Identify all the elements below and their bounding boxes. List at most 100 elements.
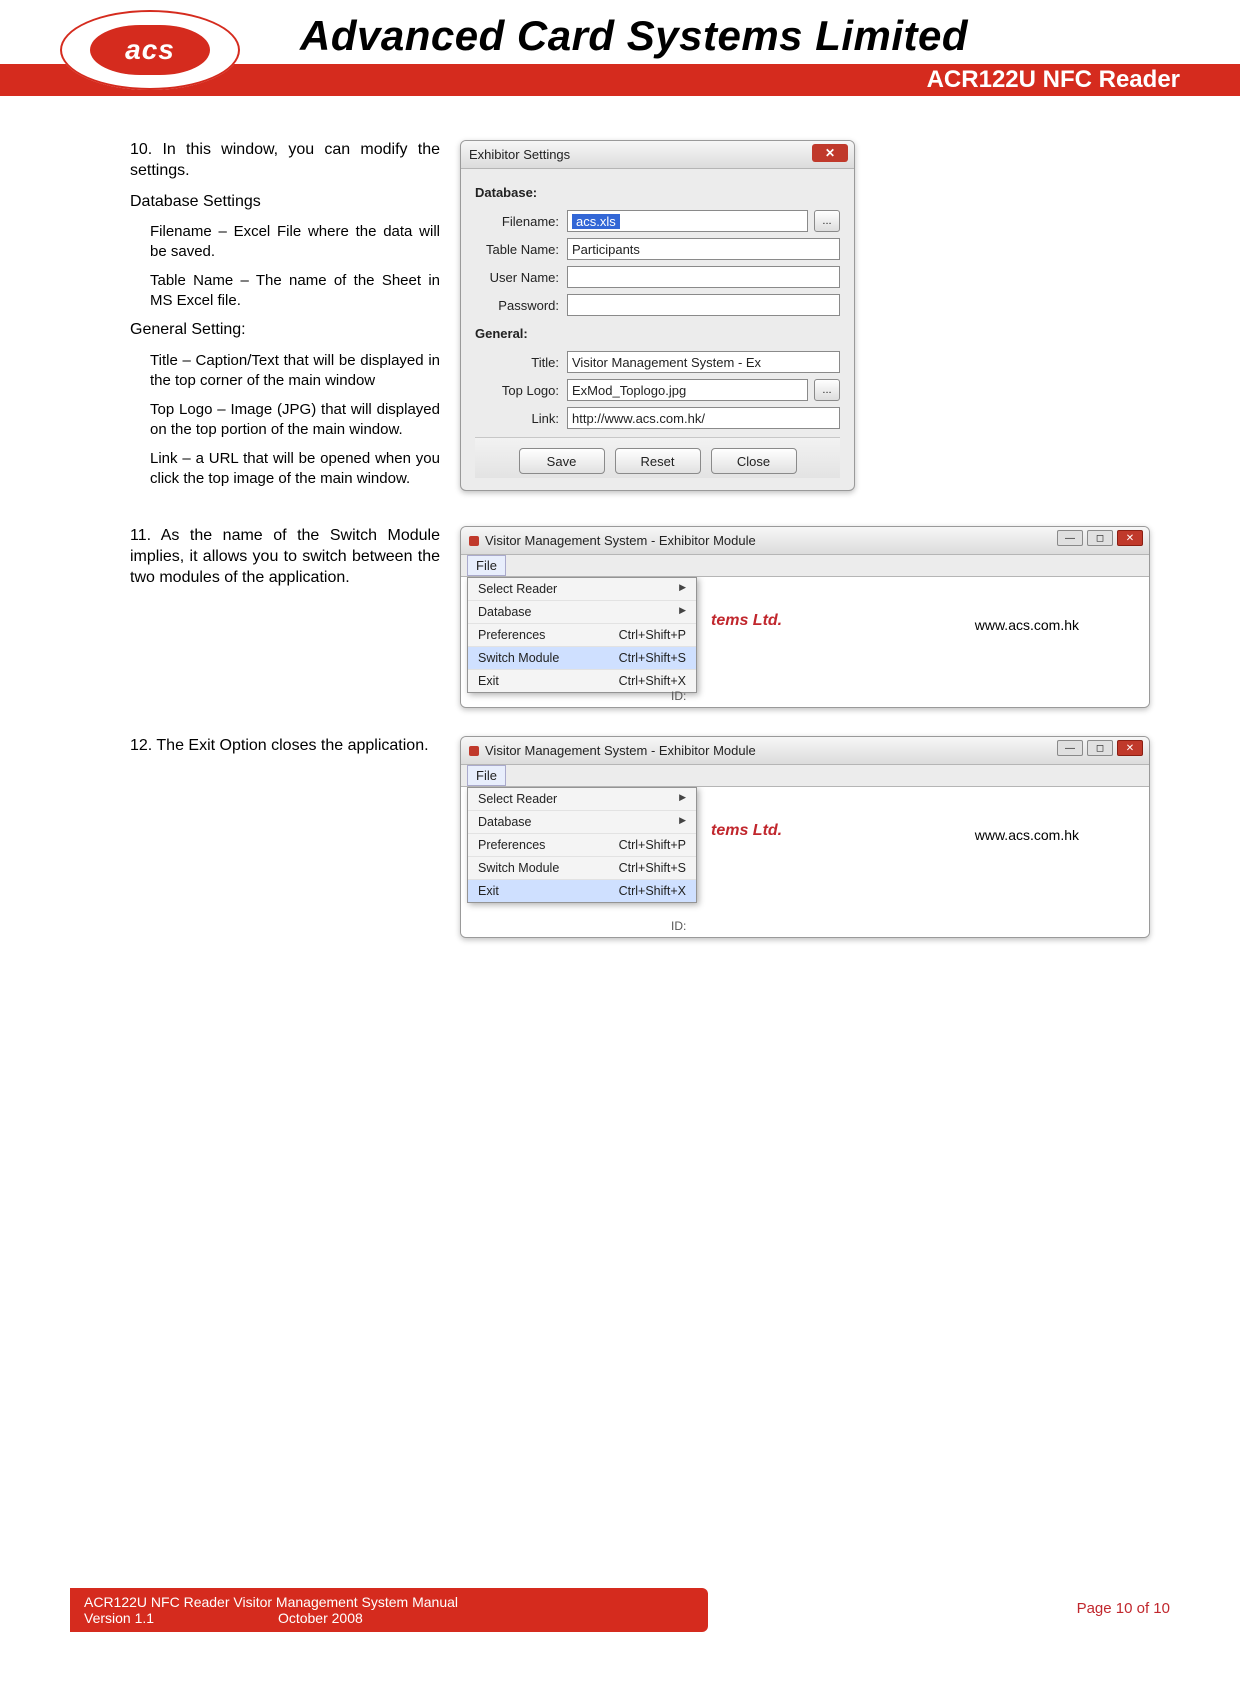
menu-file[interactable]: File — [467, 765, 506, 786]
menu-exit-label: Exit — [478, 674, 499, 688]
close-icon[interactable]: ✕ — [1117, 740, 1143, 756]
dialog-body: Database: Filename: acs.xls ... Table Na… — [461, 169, 854, 490]
close-icon[interactable]: ✕ — [1117, 530, 1143, 546]
footer-version: Version 1.1 — [84, 1610, 154, 1626]
menu-select-reader-label: Select Reader — [478, 582, 557, 596]
step-11-p: 11. As the name of the Switch Module imp… — [130, 526, 440, 588]
lbl-title: Title: — [475, 355, 567, 370]
menu-preferences-label: Preferences — [478, 838, 545, 852]
menu-select-reader-label: Select Reader — [478, 792, 557, 806]
input-user[interactable] — [567, 266, 840, 288]
mod1-title: Visitor Management System - Exhibitor Mo… — [485, 533, 756, 548]
val-filename: acs.xls — [572, 214, 620, 229]
menu-preferences-label: Preferences — [478, 628, 545, 642]
step-11-text: 11. As the name of the Switch Module imp… — [130, 526, 440, 708]
mod1-body: Select Reader ▶ Database ▶ Preferences C… — [461, 577, 1149, 707]
mod1-titlebar: Visitor Management System - Exhibitor Mo… — [461, 527, 1149, 555]
menu-preferences-shortcut: Ctrl+Shift+P — [619, 628, 686, 642]
step-10-text: 10. In this window, you can modify the s… — [130, 140, 440, 498]
menu-database[interactable]: Database ▶ — [468, 811, 696, 834]
menu-switch-module[interactable]: Switch Module Ctrl+Shift+S — [468, 857, 696, 880]
gen-link-desc: Link – a URL that will be opened when yo… — [130, 449, 440, 488]
footer-date: October 2008 — [278, 1610, 363, 1626]
module-window-2: Visitor Management System - Exhibitor Mo… — [460, 736, 1150, 938]
menu-exit-shortcut: Ctrl+Shift+X — [619, 884, 686, 898]
close-icon[interactable]: ✕ — [812, 144, 848, 162]
menu-exit[interactable]: Exit Ctrl+Shift+X — [468, 670, 696, 692]
step-10-intro: 10. In this window, you can modify the s… — [130, 140, 440, 182]
mod2-title: Visitor Management System - Exhibitor Mo… — [485, 743, 756, 758]
group-database: Database: — [475, 181, 840, 204]
maximize-icon[interactable]: ◻ — [1087, 530, 1113, 546]
menu-exit-shortcut: Ctrl+Shift+X — [619, 674, 686, 688]
menu-preferences[interactable]: Preferences Ctrl+Shift+P — [468, 624, 696, 647]
step-10-row: 10. In this window, you can modify the s… — [130, 140, 1150, 498]
row-logo: Top Logo: ExMod_Toplogo.jpg ... — [475, 379, 840, 401]
lbl-link: Link: — [475, 411, 567, 426]
page-body: 10. In this window, you can modify the s… — [130, 140, 1150, 1567]
db-heading: Database Settings — [130, 192, 440, 213]
reset-button[interactable]: Reset — [615, 448, 701, 474]
step-11-row: 11. As the name of the Switch Module imp… — [130, 526, 1150, 708]
step-12-figure: Visitor Management System - Exhibitor Mo… — [460, 736, 1150, 938]
row-title: Title: Visitor Management System - Ex — [475, 351, 840, 373]
page-header: acs Advanced Card Systems Limited ACR122… — [0, 0, 1240, 110]
input-link[interactable]: http://www.acs.com.hk/ — [567, 407, 840, 429]
lbl-user: User Name: — [475, 270, 567, 285]
input-logo[interactable]: ExMod_Toplogo.jpg — [567, 379, 808, 401]
chevron-right-icon: ▶ — [679, 605, 686, 619]
gen-title-desc: Title – Caption/Text that will be displa… — [130, 351, 440, 390]
row-filename: Filename: acs.xls ... — [475, 210, 840, 232]
menu-select-reader[interactable]: Select Reader ▶ — [468, 578, 696, 601]
file-menu-dropdown: Select Reader ▶ Database ▶ Preferences C… — [467, 787, 697, 903]
footer-line1: ACR122U NFC Reader Visitor Management Sy… — [84, 1594, 694, 1610]
maximize-icon[interactable]: ◻ — [1087, 740, 1113, 756]
lbl-logo: Top Logo: — [475, 383, 567, 398]
id-label: ID: — [671, 689, 686, 703]
minimize-icon[interactable]: — — [1057, 530, 1083, 546]
browse-logo-button[interactable]: ... — [814, 379, 840, 401]
menu-bar: File — [461, 765, 1149, 787]
menu-preferences[interactable]: Preferences Ctrl+Shift+P — [468, 834, 696, 857]
logo-badge: acs — [60, 10, 240, 90]
close-button[interactable]: Close — [711, 448, 797, 474]
row-link: Link: http://www.acs.com.hk/ — [475, 407, 840, 429]
input-table[interactable]: Participants — [567, 238, 840, 260]
input-pass[interactable] — [567, 294, 840, 316]
save-button[interactable]: Save — [519, 448, 605, 474]
footer-page: Page 10 of 10 — [1077, 1600, 1170, 1617]
chevron-right-icon: ▶ — [679, 582, 686, 596]
dialog-titlebar: Exhibitor Settings ✕ — [461, 141, 854, 169]
app-icon — [469, 536, 479, 546]
step-12-row: 12. The Exit Option closes the applicati… — [130, 736, 1150, 938]
menu-database[interactable]: Database ▶ — [468, 601, 696, 624]
step-12-p: 12. The Exit Option closes the applicati… — [130, 736, 440, 757]
app-icon — [469, 746, 479, 756]
window-buttons: — ◻ ✕ — [1057, 740, 1143, 756]
menu-select-reader[interactable]: Select Reader ▶ — [468, 788, 696, 811]
lbl-table: Table Name: — [475, 242, 567, 257]
page-footer: ACR122U NFC Reader Visitor Management Sy… — [70, 1588, 1170, 1632]
menu-switch-module[interactable]: Switch Module Ctrl+Shift+S — [468, 647, 696, 670]
exhibitor-settings-dialog: Exhibitor Settings ✕ Database: Filename:… — [460, 140, 855, 491]
lbl-pass: Password: — [475, 298, 567, 313]
brand-url: www.acs.com.hk — [975, 827, 1079, 843]
menu-exit[interactable]: Exit Ctrl+Shift+X — [468, 880, 696, 902]
browse-filename-button[interactable]: ... — [814, 210, 840, 232]
menu-file[interactable]: File — [467, 555, 506, 576]
menu-database-label: Database — [478, 815, 532, 829]
input-filename[interactable]: acs.xls — [567, 210, 808, 232]
menu-switch-label: Switch Module — [478, 651, 559, 665]
input-title[interactable]: Visitor Management System - Ex — [567, 351, 840, 373]
product-title: ACR122U NFC Reader — [927, 66, 1180, 94]
brand-fragment: tems Ltd. — [711, 612, 782, 630]
menu-switch-shortcut: Ctrl+Shift+S — [619, 861, 686, 875]
module-window-1: Visitor Management System - Exhibitor Mo… — [460, 526, 1150, 708]
menu-switch-shortcut: Ctrl+Shift+S — [619, 651, 686, 665]
db-table-desc: Table Name – The name of the Sheet in MS… — [130, 271, 440, 310]
chevron-right-icon: ▶ — [679, 815, 686, 829]
step-11-figure: Visitor Management System - Exhibitor Mo… — [460, 526, 1150, 708]
brand-url: www.acs.com.hk — [975, 617, 1079, 633]
menu-switch-label: Switch Module — [478, 861, 559, 875]
minimize-icon[interactable]: — — [1057, 740, 1083, 756]
